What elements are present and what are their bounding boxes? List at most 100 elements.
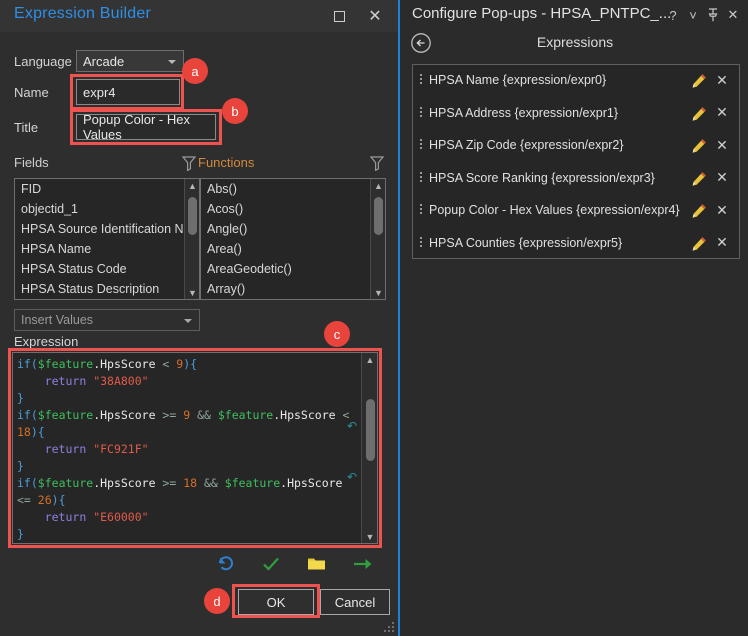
resize-grip[interactable] [384,622,394,632]
callout-badge-a: a [182,58,208,84]
folder-open-icon[interactable] [304,552,330,576]
code-scrollbar[interactable]: ▲ ▼ [361,353,377,543]
code-line: if($feature.HpsScore >= 9 && $feature.Hp… [17,408,357,439]
language-row: Language Arcade [14,50,184,72]
filter-funnel-icon-fields[interactable] [181,156,197,176]
expression-row[interactable]: HPSA Zip Code {expression/expr2} ✕ [413,130,739,163]
expression-row[interactable]: HPSA Address {expression/expr1} ✕ [413,98,739,131]
callout-badge-c: c [324,321,350,347]
scrollbar-thumb[interactable] [374,197,383,235]
maximize-icon[interactable] [328,6,350,26]
language-label: Language [14,53,72,69]
drag-handle-icon[interactable] [420,106,423,119]
drag-handle-icon[interactable] [420,204,423,216]
insert-values-placeholder: Insert Values [21,313,94,327]
chevron-down-icon [168,60,176,64]
delete-icon[interactable]: ✕ [715,169,729,186]
pencil-edit-icon[interactable] [691,106,707,122]
delete-icon[interactable]: ✕ [715,137,729,153]
functions-listbox[interactable]: Abs() Acos() Angle() Area() AreaGeodetic() Ar… [200,178,386,300]
pencil-edit-icon[interactable] [691,203,707,219]
help-icon[interactable]: ? [664,7,682,23]
scrollbar-thumb[interactable] [365,399,375,461]
wrap-indicator-icon: ↶ [346,419,357,433]
chevron-down-icon[interactable]: ˅ [684,7,702,23]
wrap-indicator-icon: ↶ [346,470,357,484]
code-line: return "E60000" [44,510,149,524]
drag-handle-icon[interactable] [420,139,423,151]
expression-code-text[interactable]: if($feature.HpsScore < 9){ return "38A80… [17,356,357,543]
lists-header: Fields Functions [14,155,386,173]
functions-list-item[interactable]: Angle() [201,219,385,239]
expression-row-label: HPSA Zip Code {expression/expr2} [429,138,624,152]
scroll-up-icon[interactable]: ▲ [371,179,385,192]
check-icon[interactable] [258,552,284,576]
functions-list-item[interactable]: Abs() [201,179,385,199]
scroll-up-icon[interactable]: ▲ [362,353,377,366]
code-line: } [17,459,24,473]
fields-list-item[interactable]: objectid_1 [15,199,199,219]
run-arrow-icon[interactable] [350,552,376,576]
fields-list-item[interactable]: HPSA Name [15,239,199,259]
scroll-down-icon[interactable]: ▼ [362,530,377,543]
scroll-down-icon[interactable]: ▼ [185,286,199,299]
name-input[interactable]: expr4 [76,79,180,105]
cancel-button[interactable]: Cancel [320,589,390,615]
panel-subbar: Expressions [402,30,748,60]
delete-icon[interactable]: ✕ [715,72,729,88]
language-select[interactable]: Arcade [76,50,184,72]
expression-row-label: HPSA Counties {expression/expr5} [429,235,623,250]
expression-row[interactable]: HPSA Score Ranking {expression/expr3} ✕ [413,163,739,196]
delete-icon[interactable]: ✕ [715,202,729,218]
expression-row[interactable]: Popup Color - Hex Values {expression/exp… [413,195,739,228]
pencil-edit-icon[interactable] [691,138,707,154]
insert-values-select[interactable]: Insert Values [14,309,200,331]
pencil-edit-icon[interactable] [691,236,707,252]
expression-row-label: HPSA Score Ranking {expression/expr3} [429,170,655,185]
drag-handle-icon[interactable] [420,74,423,86]
code-line: if($feature.HpsScore < 9){ [17,357,198,371]
functions-list-item[interactable]: Array() [201,279,385,299]
fields-scrollbar[interactable]: ▲ ▼ [184,179,199,299]
title-row: Title Popup Color - Hex Values [14,112,216,142]
close-icon[interactable]: ✕ [724,7,742,23]
undo-icon[interactable] [212,552,238,576]
fields-list-item[interactable]: HPSA Status Code [15,259,199,279]
name-row: Name expr4 [14,79,180,105]
scrollbar-thumb[interactable] [188,197,197,235]
functions-list-item[interactable]: AreaGeodetic() [201,259,385,279]
fields-list-item[interactable]: HPSA Source Identification Nu [15,219,199,239]
language-value: Arcade [83,53,125,69]
ok-button[interactable]: OK [238,589,314,615]
drag-handle-icon[interactable] [420,236,423,249]
title-input[interactable]: Popup Color - Hex Values [76,112,216,142]
drag-handle-icon[interactable] [420,171,423,184]
functions-list-item[interactable]: Area() [201,239,385,259]
pin-icon[interactable] [704,7,722,23]
expression-row[interactable]: HPSA Counties {expression/expr5} ✕ [413,228,739,261]
panel-title: Configure Pop-ups - HPSA_PNTPC_... [412,5,672,22]
fields-listbox[interactable]: FID objectid_1 HPSA Source Identification … [14,178,200,300]
fields-list-item[interactable]: HPSA Status Description [15,279,199,299]
functions-list-item[interactable]: Acos() [201,199,385,219]
pencil-edit-icon[interactable] [691,171,707,187]
code-line: if($feature.HpsScore >= 18 && $feature.H… [17,476,350,507]
expression-row-label: HPSA Address {expression/expr1} [429,105,619,120]
expression-row[interactable]: HPSA Name {expression/expr0} ✕ [413,65,739,98]
delete-icon[interactable]: ✕ [715,234,729,251]
configure-popups-panel: Configure Pop-ups - HPSA_PNTPC_... ? ˅ ✕… [402,0,748,636]
expression-code-editor[interactable]: if($feature.HpsScore < 9){ return "38A80… [12,352,378,544]
expression-label: Expression [14,334,79,349]
functions-scrollbar[interactable]: ▲ ▼ [370,179,385,299]
delete-icon[interactable]: ✕ [715,104,729,121]
filter-funnel-icon-functions[interactable] [369,156,385,176]
pencil-edit-icon[interactable] [691,73,707,89]
scroll-up-icon[interactable]: ▲ [185,179,199,192]
code-line: return "38A800" [44,374,149,388]
name-label: Name [14,84,49,100]
fields-list-item[interactable]: FID [15,179,199,199]
expression-builder-dialog: Expression Builder ✕ Language Arcade Nam… [0,0,400,636]
fields-label: Fields [14,155,49,170]
scroll-down-icon[interactable]: ▼ [371,286,385,299]
close-icon[interactable]: ✕ [364,6,386,26]
